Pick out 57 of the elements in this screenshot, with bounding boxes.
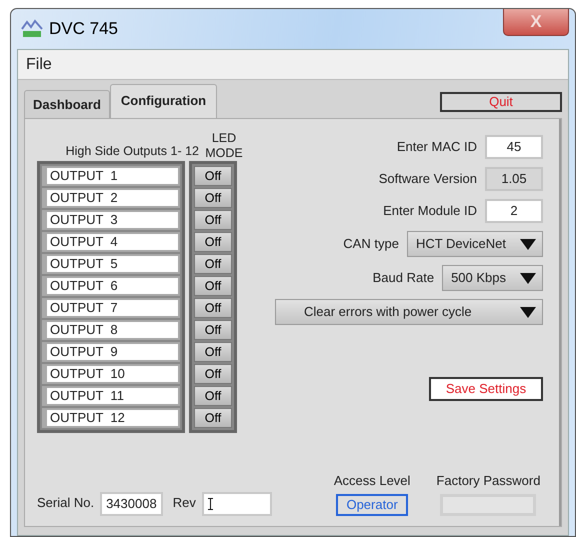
led-mode-button[interactable]: Off <box>194 298 232 318</box>
output-name-field[interactable]: OUTPUT 3 <box>42 210 180 230</box>
menu-item[interactable]: File <box>26 52 52 76</box>
serial-field[interactable]: 3430008 <box>100 492 163 516</box>
output-name-field[interactable]: OUTPUT 4 <box>42 232 180 252</box>
field-label: Serial No. <box>37 494 94 512</box>
text-cursor-icon <box>208 498 213 510</box>
output-name-field[interactable]: OUTPUT 2 <box>42 188 180 208</box>
dropdown[interactable]: HCT DeviceNet <box>406 231 543 257</box>
output-name-field[interactable]: OUTPUT 6 <box>42 276 180 296</box>
led-mode-button[interactable]: Off <box>194 232 232 252</box>
field-label: Software Version <box>378 170 477 188</box>
app-logo-icon <box>21 19 43 39</box>
led-mode-button[interactable]: Off <box>194 210 232 230</box>
access-level-label: Access Level <box>334 472 410 490</box>
tab[interactable]: Configuration <box>110 84 218 120</box>
field-label: Rev <box>172 494 196 512</box>
output-name-field[interactable]: OUTPUT 8 <box>42 320 180 340</box>
tab[interactable]: Dashboard <box>24 90 110 118</box>
save-settings-button[interactable]: Save Settings <box>429 377 543 401</box>
led-mode-heading: LED MODE <box>204 131 244 161</box>
access-level-button[interactable]: Operator <box>336 494 408 516</box>
dropdown-arrow-icon <box>520 238 536 250</box>
field-label: Enter MAC ID <box>396 138 477 156</box>
led-mode-button[interactable]: Off <box>194 166 232 186</box>
led-mode-button[interactable]: Off <box>194 364 232 384</box>
led-mode-button[interactable]: Off <box>194 254 232 274</box>
output-name-field[interactable]: OUTPUT 9 <box>42 342 180 362</box>
dropdown-value: Clear errors with power cycle <box>304 303 472 322</box>
rev-field[interactable] <box>202 492 272 516</box>
input-field[interactable]: 2 <box>485 199 543 223</box>
dropdown[interactable]: Clear errors with power cycle <box>275 299 543 325</box>
dropdown-value: 500 Kbps <box>451 269 506 288</box>
led-mode-button[interactable]: Off <box>194 408 232 428</box>
led-mode-button[interactable]: Off <box>194 276 232 296</box>
field-label: Baud Rate <box>372 269 434 288</box>
window-title: DVC 745 <box>49 18 118 40</box>
output-name-field[interactable]: OUTPUT 12 <box>42 408 180 428</box>
field-label: CAN type <box>343 235 399 254</box>
outputs-heading: High Side Outputs 1- 12 <box>64 143 200 160</box>
dropdown-arrow-icon <box>520 272 536 284</box>
dropdown[interactable]: 500 Kbps <box>442 265 543 291</box>
dropdown-arrow-icon <box>520 306 536 318</box>
output-name-field[interactable]: OUTPUT 5 <box>42 254 180 274</box>
led-mode-button[interactable]: Off <box>194 386 232 406</box>
led-mode-button[interactable]: Off <box>194 320 232 340</box>
output-name-field[interactable]: OUTPUT 7 <box>42 298 180 318</box>
led-mode-button[interactable]: Off <box>194 188 232 208</box>
factory-password-label: Factory Password <box>436 472 540 490</box>
output-name-field[interactable]: OUTPUT 11 <box>42 386 180 406</box>
field-label: Enter Module ID <box>383 202 477 220</box>
output-name-field[interactable]: OUTPUT 1 <box>42 166 180 186</box>
readonly-field: 1.05 <box>485 167 543 191</box>
input-field[interactable]: 45 <box>485 135 543 159</box>
led-mode-button[interactable]: Off <box>194 342 232 362</box>
dropdown-value: HCT DeviceNet <box>416 235 506 254</box>
output-name-field[interactable]: OUTPUT 10 <box>42 364 180 384</box>
